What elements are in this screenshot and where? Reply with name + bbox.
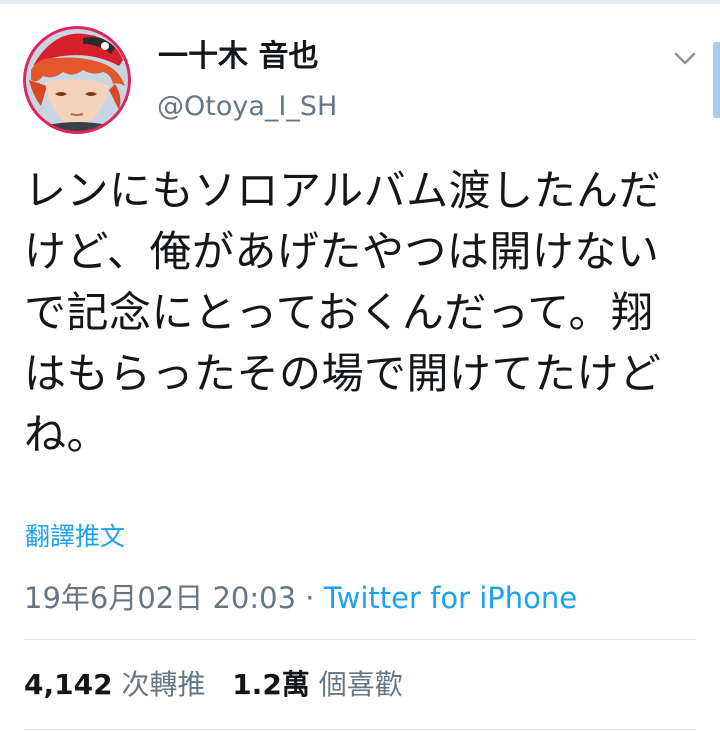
tweet-detail: 一十木 音也 @Otoya_I_SH レンにもソロアルバム渡したんだ けど、俺が… xyxy=(0,0,720,732)
avatar-image xyxy=(23,26,131,134)
tweet-meta: 19年6月02日 20:03 · Twitter for iPhone xyxy=(24,579,577,617)
retweets-stat[interactable]: 4,142 次轉推 xyxy=(24,668,206,701)
tweet-text-line: で記念にとっておくんだって。翔 xyxy=(24,288,654,337)
timestamp[interactable]: 19年6月02日 20:03 xyxy=(24,581,296,615)
likes-label: 個喜歡 xyxy=(318,668,403,701)
source-link[interactable]: Twitter for iPhone xyxy=(324,581,577,615)
tweet-text-line: ね。 xyxy=(24,410,110,459)
divider xyxy=(24,729,696,730)
tweet-text-line: レンにもソロアルバム渡したんだ xyxy=(24,166,662,215)
divider xyxy=(24,639,696,640)
avatar[interactable] xyxy=(23,26,131,134)
retweets-count: 4,142 xyxy=(24,668,113,701)
likes-stat[interactable]: 1.2萬 個喜歡 xyxy=(232,668,403,701)
user-handle[interactable]: @Otoya_I_SH xyxy=(157,89,337,125)
likes-count: 1.2萬 xyxy=(232,668,310,701)
display-name[interactable]: 一十木 音也 xyxy=(158,37,318,77)
tweet-text-line: はもらったその場で開けてたけど xyxy=(24,349,662,398)
tweet-text-line: けど、俺があげたやつは開けない xyxy=(24,227,660,276)
retweets-label: 次轉推 xyxy=(121,668,206,701)
meta-separator: · xyxy=(296,581,324,615)
tweet-stats: 4,142 次轉推 1.2萬 個喜歡 xyxy=(24,666,403,704)
translate-tweet-link[interactable]: 翻譯推文 xyxy=(25,520,125,554)
chevron-down-icon[interactable] xyxy=(671,44,699,72)
tweet-text: レンにもソロアルバム渡したんだ けど、俺があげたやつは開けない で記念にとってお… xyxy=(24,160,696,465)
